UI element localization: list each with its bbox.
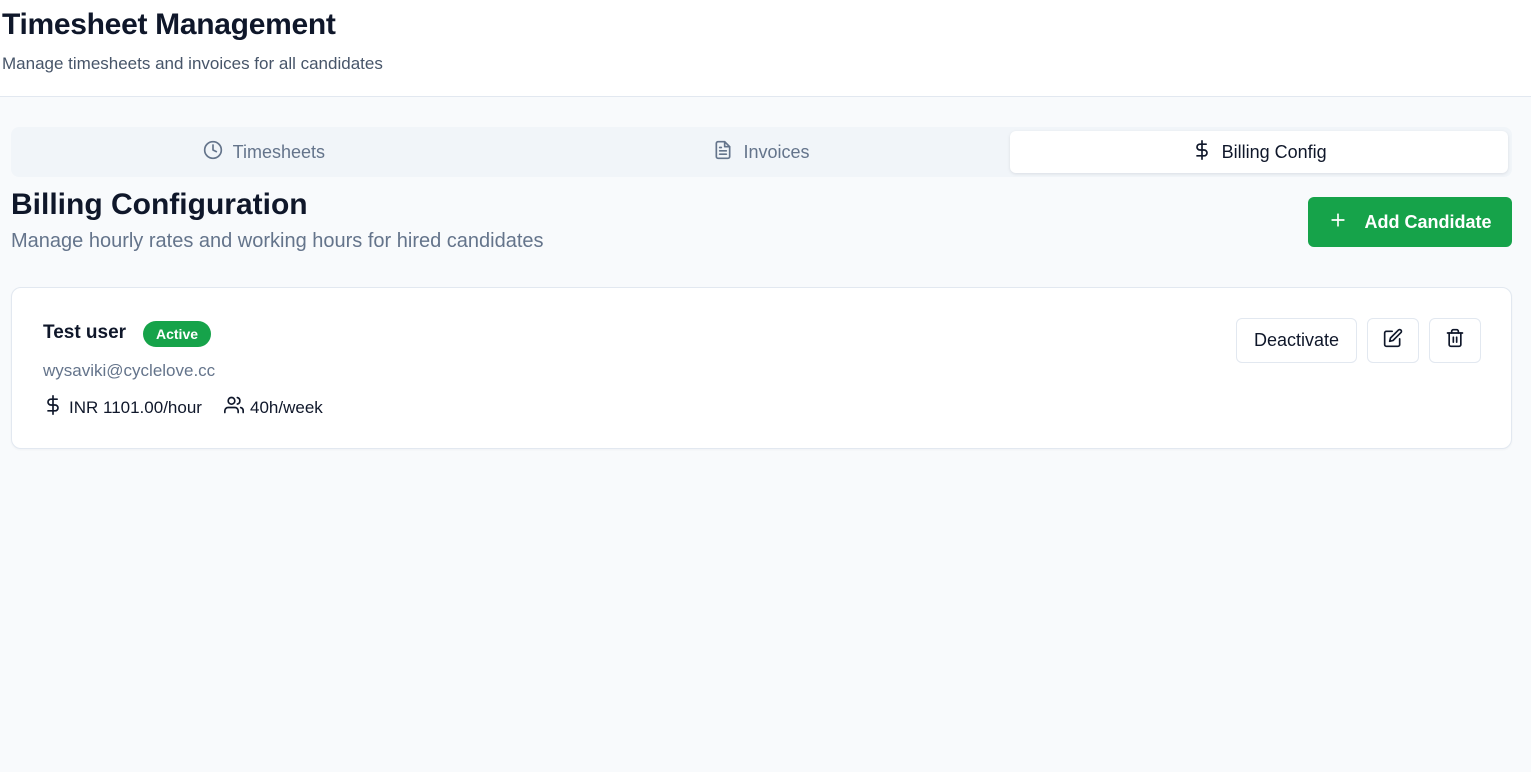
section-subtitle: Manage hourly rates and working hours fo… xyxy=(11,230,544,252)
edit-icon xyxy=(1383,328,1403,353)
plus-icon xyxy=(1328,210,1348,235)
add-candidate-label: Add Candidate xyxy=(1364,211,1492,232)
candidate-card: Test user Active wysaviki@cyclelove.cc I… xyxy=(11,287,1512,449)
delete-button[interactable] xyxy=(1429,318,1481,363)
trash-icon xyxy=(1445,328,1465,353)
edit-button[interactable] xyxy=(1367,318,1419,363)
page-header: Timesheet Management Manage timesheets a… xyxy=(0,0,1531,97)
dollar-sign-icon xyxy=(1192,139,1212,165)
hourly-rate-value: INR 1101.00/hour xyxy=(69,397,202,417)
tab-invoices[interactable]: Invoices xyxy=(513,131,1011,173)
deactivate-button[interactable]: Deactivate xyxy=(1236,318,1357,363)
tab-label: Timesheets xyxy=(232,141,326,162)
file-text-icon xyxy=(713,140,733,165)
users-icon xyxy=(224,395,244,420)
section-title: Billing Configuration xyxy=(11,188,308,221)
status-badge: Active xyxy=(143,321,212,347)
page-subtitle: Manage timesheets and invoices for all c… xyxy=(2,54,383,73)
clock-icon xyxy=(203,140,223,165)
dollar-sign-icon xyxy=(43,395,63,420)
working-hours-value: 40h/week xyxy=(250,397,323,417)
tab-label: Billing Config xyxy=(1221,141,1327,162)
tab-label: Invoices xyxy=(743,141,810,162)
tab-timesheets[interactable]: Timesheets xyxy=(15,131,513,173)
working-hours: 40h/week xyxy=(224,395,323,420)
add-candidate-button[interactable]: Add Candidate xyxy=(1308,197,1512,247)
hourly-rate: INR 1101.00/hour xyxy=(43,395,202,420)
tab-billing-config[interactable]: Billing Config xyxy=(1010,131,1509,173)
candidate-email: wysaviki@cyclelove.cc xyxy=(43,361,216,380)
candidate-name: Test user xyxy=(43,322,127,343)
tab-list: Timesheets Invoices Billing Config xyxy=(11,127,1512,177)
page-title: Timesheet Management xyxy=(2,8,336,41)
